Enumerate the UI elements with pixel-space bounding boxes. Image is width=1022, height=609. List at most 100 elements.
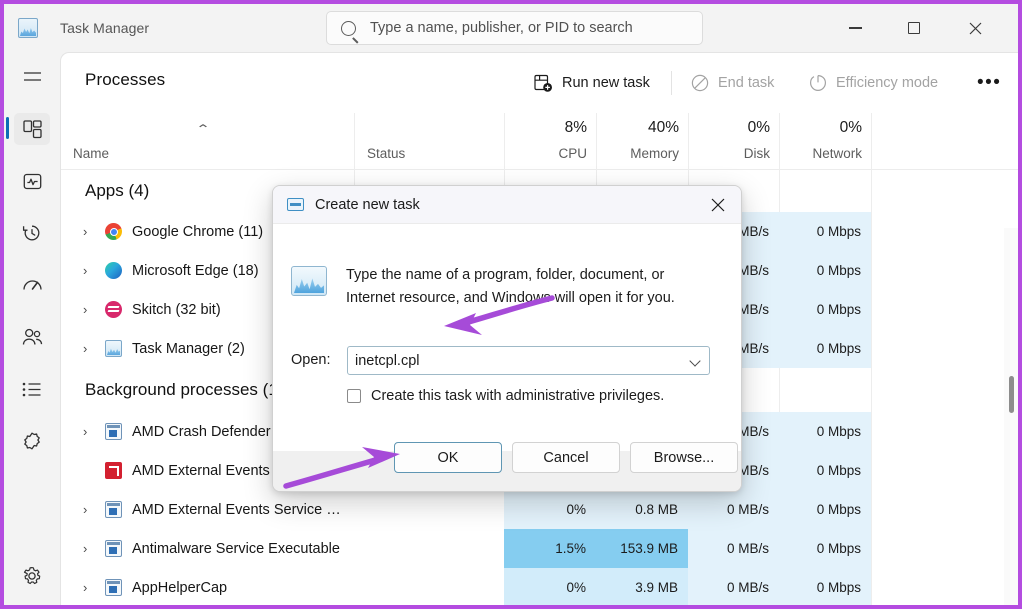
- cell-disk: 0 MB/s: [688, 490, 779, 529]
- column-header-disk[interactable]: 0% Disk: [688, 113, 779, 170]
- dialog-close-button[interactable]: [695, 186, 741, 224]
- sidebar-item-processes[interactable]: [4, 104, 60, 154]
- details-icon: [22, 382, 42, 397]
- window-icon: [287, 198, 304, 211]
- chevron-right-icon[interactable]: ›: [83, 302, 105, 317]
- chevron-right-icon[interactable]: ›: [83, 580, 105, 595]
- process-name-cell: ›AppHelperCap: [61, 568, 354, 607]
- hamburger-menu-icon: [23, 70, 42, 84]
- table-row[interactable]: ›AppHelperCap0%3.9 MB0 MB/s0 Mbps: [61, 568, 1018, 607]
- cell-cpu: 0%: [504, 490, 596, 529]
- run-new-task-button[interactable]: Run new task: [534, 67, 650, 99]
- admin-privileges-checkbox[interactable]: [347, 389, 361, 403]
- search-box[interactable]: [326, 11, 703, 45]
- chevron-right-icon[interactable]: ›: [83, 541, 105, 556]
- dialog-body: Type the name of a program, folder, docu…: [273, 224, 741, 451]
- generic-icon: [105, 501, 122, 518]
- title-bar: Task Manager: [4, 4, 1018, 52]
- task-manager-window: Task Manager: [0, 0, 1022, 609]
- sidebar-item-settings[interactable]: [4, 551, 60, 601]
- edge-icon: [105, 262, 122, 279]
- cell-network: 0 Mbps: [779, 412, 871, 451]
- cell-network: 0 Mbps: [779, 568, 871, 607]
- close-button[interactable]: [952, 4, 998, 52]
- more-options-icon: •••: [977, 72, 1001, 94]
- end-task-label: End task: [718, 75, 774, 91]
- task-manager-icon: [291, 266, 327, 296]
- column-value-disk: 0%: [748, 119, 770, 137]
- column-header-memory[interactable]: 40% Memory: [596, 113, 688, 170]
- column-label-status: Status: [367, 146, 405, 161]
- page-title: Processes: [85, 70, 165, 90]
- sidebar-item-app-history[interactable]: [4, 208, 60, 258]
- toolbar-divider: [671, 71, 672, 95]
- skitch-icon: [105, 301, 122, 318]
- dialog-description: Type the name of a program, folder, docu…: [346, 264, 716, 310]
- browse-button[interactable]: Browse...: [630, 442, 738, 473]
- open-input[interactable]: [355, 353, 675, 369]
- generic-icon: [105, 540, 122, 557]
- dialog-footer: OK Cancel Browse...: [273, 451, 741, 492]
- cancel-button[interactable]: Cancel: [512, 442, 620, 473]
- column-label-memory: Memory: [630, 146, 679, 161]
- sidebar-item-startup-apps[interactable]: [4, 260, 60, 310]
- column-header-name[interactable]: Name ⌃: [61, 113, 354, 170]
- process-name-cell: › AMD External Events Service …: [61, 490, 354, 529]
- run-new-task-icon: [534, 74, 553, 93]
- startup-apps-icon: [22, 278, 43, 293]
- sidebar-item-services[interactable]: [4, 416, 60, 466]
- efficiency-mode-button[interactable]: Efficiency mode: [809, 67, 938, 99]
- cell-network: 0 Mbps: [779, 451, 871, 490]
- process-name-label: Antimalware Service Executable: [132, 541, 340, 557]
- sidebar-item-users[interactable]: [4, 312, 60, 362]
- chevron-right-icon[interactable]: ›: [83, 502, 105, 517]
- services-icon: [22, 431, 42, 451]
- process-name-label: AMD External Events Service …: [132, 502, 341, 518]
- sort-ascending-icon: ⌃: [195, 122, 210, 136]
- open-combobox[interactable]: [347, 346, 710, 375]
- column-header-network[interactable]: 0% Network: [779, 113, 871, 170]
- more-options-button[interactable]: •••: [977, 67, 1001, 99]
- column-header-status[interactable]: Status: [354, 113, 504, 170]
- cell-memory: 3.9 MB: [596, 568, 688, 607]
- chevron-right-icon[interactable]: ›: [83, 263, 105, 278]
- taskmgr-icon: [105, 340, 122, 357]
- chevron-right-icon[interactable]: ›: [83, 224, 105, 239]
- process-name-label: Task Manager (2): [132, 341, 245, 357]
- admin-privileges-checkbox-row[interactable]: Create this task with administrative pri…: [347, 388, 664, 404]
- sidebar-item-performance[interactable]: [4, 156, 60, 206]
- process-name-label: Google Chrome (11): [132, 224, 263, 240]
- column-value-cpu: 8%: [565, 119, 587, 137]
- column-value-memory: 40%: [648, 119, 679, 137]
- search-input[interactable]: [370, 20, 670, 36]
- column-header-row: Name ⌃ Status 8% CPU 40% Memory 0% Disk …: [61, 113, 1018, 170]
- cell-network: 0 Mbps: [779, 329, 871, 368]
- maximize-button[interactable]: [891, 4, 937, 52]
- column-header-cpu[interactable]: 8% CPU: [504, 113, 596, 170]
- minimize-button[interactable]: [832, 4, 878, 52]
- chevron-down-icon[interactable]: [689, 355, 700, 366]
- table-row[interactable]: ›AMD External Events Service …0%0.8 MB0 …: [61, 490, 1018, 529]
- ok-button[interactable]: OK: [394, 442, 502, 473]
- cell-network: 0 Mbps: [779, 490, 871, 529]
- column-header-spacer: [871, 113, 1004, 170]
- task-manager-icon: [18, 18, 38, 38]
- sidebar-item-hamburger-menu[interactable]: [4, 52, 60, 102]
- column-value-network: 0%: [840, 119, 862, 137]
- app-title: Task Manager: [60, 20, 149, 36]
- chevron-right-icon[interactable]: ›: [83, 424, 105, 439]
- gear-icon: [22, 566, 42, 586]
- scrollbar-thumb[interactable]: [1009, 376, 1014, 413]
- process-name-label: Microsoft Edge (18): [132, 263, 259, 279]
- chevron-right-icon[interactable]: ›: [83, 341, 105, 356]
- table-row[interactable]: ›Antimalware Service Executable1.5%153.9…: [61, 529, 1018, 568]
- generic-icon: [105, 423, 122, 440]
- cell-cpu: 0%: [504, 568, 596, 607]
- admin-privileges-label: Create this task with administrative pri…: [371, 388, 664, 404]
- column-label-network: Network: [812, 146, 862, 161]
- app-history-icon: [22, 223, 42, 243]
- run-new-task-label: Run new task: [562, 75, 650, 91]
- vertical-scrollbar[interactable]: [1004, 228, 1018, 609]
- end-task-button[interactable]: End task: [691, 67, 774, 99]
- sidebar-item-details[interactable]: [4, 364, 60, 414]
